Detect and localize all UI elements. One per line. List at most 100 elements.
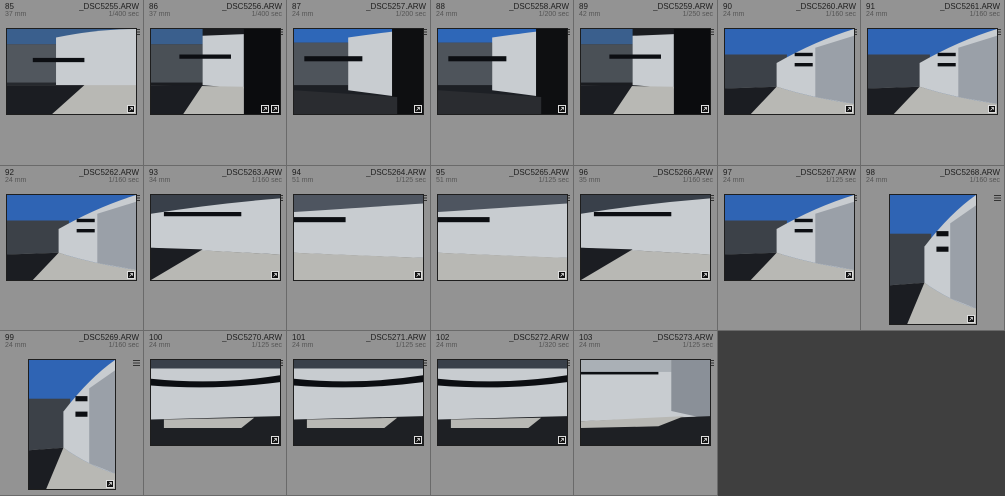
develop-adjustments-icon[interactable] [701,105,709,113]
photo-focal-length: 24 mm [436,342,458,349]
photo-thumbnail[interactable] [580,28,711,115]
photo-filename: _DSC5261.ARW [940,2,1000,11]
photo-index: 91 [866,2,875,11]
photo-shutter-speed: 1/160 sec [108,177,139,184]
photo-index: 100 [149,333,163,342]
photo-index: 85 [5,2,14,11]
develop-adjustments-icon[interactable] [271,105,279,113]
photo-thumbnail[interactable] [437,28,568,115]
photo-focal-length: 24 mm [149,342,171,349]
photo-cell[interactable]: 98 _DSC5268.ARW 24 mm 1/160 sec [861,166,1005,331]
photo-thumbnail[interactable] [150,28,281,115]
photo-cell[interactable]: 97 _DSC5267.ARW 24 mm 1/125 sec [718,166,861,331]
photo-cell[interactable]: 94 _DSC5264.ARW 51 mm 1/125 sec [287,166,431,331]
develop-adjustments-icon[interactable] [701,436,709,444]
photo-index: 88 [436,2,445,11]
photo-index: 92 [5,168,14,177]
photo-thumbnail[interactable] [580,359,711,446]
metadata-icon[interactable] [994,188,1001,201]
photo-index: 90 [723,2,732,11]
photo-shutter-speed: 1/320 sec [538,342,569,349]
photo-cell[interactable]: 95 _DSC5265.ARW 51 mm 1/125 sec [431,166,574,331]
photo-thumbnail[interactable] [724,28,855,115]
develop-adjustments-icon[interactable] [967,315,975,323]
photo-thumbnail[interactable] [889,194,977,325]
photo-cell[interactable]: 100 _DSC5270.ARW 24 mm 1/125 sec [144,331,287,496]
photo-thumbnail[interactable] [437,194,568,281]
develop-adjustments-icon[interactable] [845,271,853,279]
photo-filename: _DSC5256.ARW [222,2,282,11]
photo-focal-length: 35 mm [579,177,601,184]
photo-filename: _DSC5259.ARW [653,2,713,11]
photo-index: 87 [292,2,301,11]
develop-adjustments-icon[interactable] [414,436,422,444]
photo-thumbnail[interactable] [580,194,711,281]
develop-adjustments-icon[interactable] [271,436,279,444]
photo-shutter-speed: 1/160 sec [108,342,139,349]
photo-thumbnail[interactable] [437,359,568,446]
photo-cell[interactable]: 99 _DSC5269.ARW 24 mm 1/160 sec [0,331,144,496]
photo-filename: _DSC5260.ARW [796,2,856,11]
develop-adjustments-icon[interactable] [845,105,853,113]
photo-badges [994,187,1001,201]
photo-cell[interactable]: 91 _DSC5261.ARW 24 mm 1/160 sec [861,0,1005,166]
photo-shutter-speed: 1/125 sec [825,177,856,184]
photo-cell[interactable]: 93 _DSC5263.ARW 34 mm 1/160 sec [144,166,287,331]
photo-focal-length: 24 mm [436,11,458,18]
photo-focal-length: 24 mm [5,177,27,184]
photo-thumbnail[interactable] [6,28,137,115]
photo-index: 101 [292,333,306,342]
crop-icon[interactable] [261,105,269,113]
photo-thumbnail[interactable] [293,359,424,446]
photo-cell[interactable]: 90 _DSC5260.ARW 24 mm 1/160 sec [718,0,861,166]
photo-cell[interactable]: 86 _DSC5256.ARW 37 mm 1/400 sec [144,0,287,166]
photo-filename: _DSC5264.ARW [366,168,426,177]
photo-shutter-speed: 1/400 sec [108,11,139,18]
develop-adjustments-icon[interactable] [106,480,114,488]
develop-adjustments-icon[interactable] [414,271,422,279]
photo-cell[interactable]: 87 _DSC5257.ARW 24 mm 1/200 sec [287,0,431,166]
develop-adjustments-icon[interactable] [127,271,135,279]
photo-thumbnail[interactable] [867,28,998,115]
photo-cell[interactable]: 96 _DSC5266.ARW 35 mm 1/160 sec [574,166,718,331]
develop-adjustments-icon[interactable] [414,105,422,113]
photo-focal-length: 24 mm [723,11,745,18]
photo-filename: _DSC5273.ARW [653,333,713,342]
photo-thumbnail[interactable] [28,359,116,490]
develop-adjustments-icon[interactable] [127,105,135,113]
photo-thumbnail[interactable] [150,194,281,281]
photo-cell[interactable]: 92 _DSC5262.ARW 24 mm 1/160 sec [0,166,144,331]
photo-thumbnail[interactable] [293,28,424,115]
develop-adjustments-icon[interactable] [558,271,566,279]
photo-focal-length: 24 mm [292,342,314,349]
develop-adjustments-icon[interactable] [558,105,566,113]
photo-cell[interactable]: 88 _DSC5258.ARW 24 mm 1/200 sec [431,0,574,166]
photo-badges [133,352,140,366]
photo-filename: _DSC5272.ARW [509,333,569,342]
develop-adjustments-icon[interactable] [701,271,709,279]
photo-filename: _DSC5258.ARW [509,2,569,11]
photo-cell[interactable]: 103 _DSC5273.ARW 24 mm 1/125 sec [574,331,718,496]
photo-filename: _DSC5271.ARW [366,333,426,342]
develop-adjustments-icon[interactable] [271,271,279,279]
photo-thumbnail[interactable] [150,359,281,446]
photo-shutter-speed: 1/160 sec [969,11,1000,18]
photo-shutter-speed: 1/400 sec [251,11,282,18]
photo-focal-length: 51 mm [292,177,314,184]
photo-thumbnail[interactable] [293,194,424,281]
photo-cell[interactable]: 89 _DSC5259.ARW 42 mm 1/250 sec [574,0,718,166]
develop-adjustments-icon[interactable] [988,105,996,113]
develop-adjustments-icon[interactable] [558,436,566,444]
metadata-icon[interactable] [133,353,140,366]
photo-shutter-speed: 1/125 sec [538,177,569,184]
photo-thumbnail[interactable] [6,194,137,281]
photo-cell[interactable]: 102 _DSC5272.ARW 24 mm 1/320 sec [431,331,574,496]
photo-thumbnail[interactable] [724,194,855,281]
photo-shutter-speed: 1/160 sec [251,177,282,184]
photo-filename: _DSC5268.ARW [940,168,1000,177]
photo-cell[interactable]: 85 _DSC5255.ARW 37 mm 1/400 sec [0,0,144,166]
photo-cell[interactable]: 101 _DSC5271.ARW 24 mm 1/125 sec [287,331,431,496]
photo-index: 86 [149,2,158,11]
photo-index: 94 [292,168,301,177]
photo-focal-length: 24 mm [5,342,27,349]
